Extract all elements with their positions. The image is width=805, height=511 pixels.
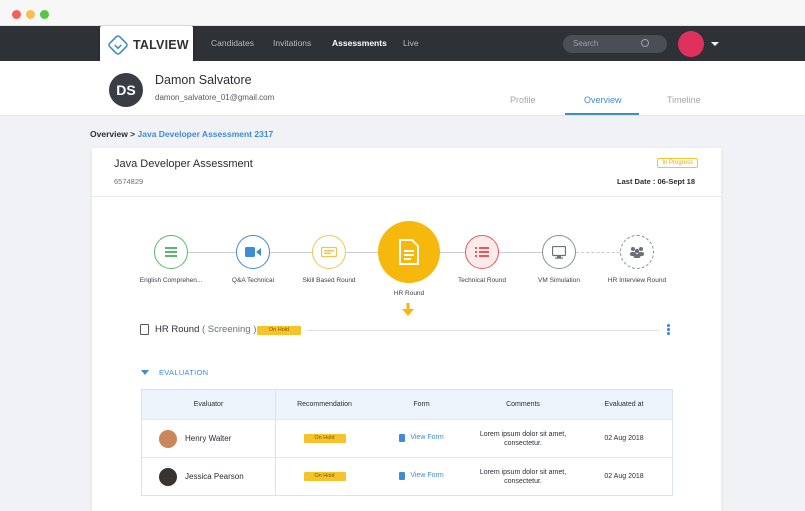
evaluator-name: Jessica Pearson [185, 472, 244, 481]
status-badge: In Progress [657, 158, 698, 168]
round-subtitle: ( Screening ) [202, 324, 257, 335]
stage-english-comprehension[interactable] [154, 235, 188, 269]
form-cell: View Form [373, 471, 470, 482]
tab-overview[interactable]: Overview [584, 95, 622, 105]
code-icon [321, 246, 337, 258]
stage-label: Skill Based Round [302, 277, 356, 284]
divider [92, 196, 721, 197]
stage-vm-simulation[interactable] [542, 235, 576, 269]
monitor-icon [552, 245, 566, 259]
connector-line-pending [576, 252, 620, 253]
breadcrumb: Overview > Java Developer Assessment 231… [90, 129, 273, 139]
comments-cell: Lorem ipsum dolor sit amet, consectetur. [479, 430, 567, 447]
evaluated-at-cell: 02 Aug 2018 [604, 473, 644, 480]
maximize-window-button[interactable] [40, 10, 49, 19]
assessment-id: 6574829 [114, 177, 144, 186]
chevron-down-icon[interactable] [711, 42, 719, 46]
nav-invitations[interactable]: Invitations [273, 38, 311, 48]
connector-line [188, 252, 236, 253]
evaluator-avatar [159, 429, 177, 448]
stage-skill-based-round[interactable] [312, 235, 346, 269]
candidate-avatar: DS [109, 73, 143, 107]
search-icon [641, 39, 649, 47]
connector-line [270, 252, 312, 253]
connector-line [346, 252, 378, 253]
nav-assessments[interactable]: Assessments [332, 38, 387, 48]
active-tab-indicator [565, 113, 639, 115]
document-icon [140, 324, 149, 335]
connector-line [499, 252, 542, 253]
candidate-name: Damon Salvatore [155, 73, 252, 87]
comments-cell: Lorem ipsum dolor sit amet, consectetur. [479, 468, 567, 485]
logo-text: TALVIEW [133, 37, 189, 52]
video-camera-icon [245, 247, 261, 257]
column-header: Evaluator [142, 390, 276, 419]
window-titlebar [0, 0, 805, 26]
collapse-caret-icon[interactable] [141, 370, 149, 375]
last-date: Last Date : 06-Sept 18 [617, 177, 695, 186]
recommendation-cell: On Hold [276, 434, 373, 443]
column-header: Comments [506, 401, 540, 408]
round-title: HR Round ( Screening ) [155, 324, 256, 335]
stage-label: HR Round [393, 290, 425, 297]
column-header: Recommendation [297, 401, 352, 408]
table-row: Henry Walter On Hold View Form Lorem ips… [142, 419, 672, 457]
document-icon [399, 239, 419, 265]
group-icon [630, 247, 644, 258]
tab-profile[interactable]: Profile [510, 95, 536, 105]
table-row: Jessica Pearson On Hold View Form Lorem … [142, 457, 672, 495]
stage-qa-technical[interactable] [236, 235, 270, 269]
connector-line [440, 252, 465, 253]
table-header-row: Evaluator Recommendation Form Comments E… [142, 390, 672, 419]
stage-label: VM Simulation [538, 277, 580, 284]
user-avatar[interactable] [678, 31, 704, 57]
column-header: Evaluated at [604, 401, 644, 408]
view-form-label: View Form [410, 434, 444, 441]
evaluation-table: Evaluator Recommendation Form Comments E… [141, 389, 673, 496]
list-icon [165, 247, 177, 257]
view-form-link[interactable]: View Form [399, 471, 444, 480]
assessment-title: Java Developer Assessment [114, 158, 253, 170]
search-input[interactable]: Search [563, 35, 667, 53]
evaluator-cell: Henry Walter [142, 420, 276, 457]
evaluator-cell: Jessica Pearson [142, 458, 276, 495]
form-cell: View Form [373, 433, 470, 444]
nav-candidates[interactable]: Candidates [211, 38, 254, 48]
stage-hr-round[interactable] [378, 221, 440, 283]
talview-logo-icon [106, 33, 130, 56]
arrow-down-icon [402, 303, 414, 316]
candidate-header: DS Damon Salvatore damon_salvatore_01@gm… [0, 61, 805, 116]
status-badge: On Hold [303, 472, 346, 481]
evaluator-avatar [159, 467, 177, 486]
search-placeholder: Search [573, 39, 599, 48]
breadcrumb-current[interactable]: Java Developer Assessment 2317 [138, 129, 274, 139]
nav-live[interactable]: Live [403, 38, 419, 48]
tab-timeline[interactable]: Timeline [667, 95, 701, 105]
divider [307, 330, 659, 331]
evaluator-name: Henry Walter [185, 434, 232, 443]
evaluation-section-toggle[interactable]: EVALUATION [159, 368, 208, 377]
more-options-icon[interactable] [667, 324, 670, 336]
minimize-window-button[interactable] [26, 10, 35, 19]
stage-label: HR Interview Round [607, 277, 667, 284]
view-form-label: View Form [410, 472, 444, 479]
candidate-email: damon_salvatore_01@gmail.com [155, 93, 275, 102]
breadcrumb-overview[interactable]: Overview > [90, 129, 135, 139]
evaluated-at-cell: 02 Aug 2018 [604, 435, 644, 442]
document-icon [399, 433, 406, 442]
stage-hr-interview-round[interactable] [620, 235, 654, 269]
close-window-button[interactable] [12, 10, 21, 19]
status-badge: On Hold [303, 434, 346, 443]
recommendation-cell: On Hold [276, 472, 373, 481]
view-form-link[interactable]: View Form [399, 433, 444, 442]
talview-logo[interactable]: TALVIEW [100, 26, 193, 63]
document-icon [399, 471, 406, 480]
stage-label: English Comprehen... [139, 277, 203, 284]
round-name: HR Round [155, 324, 200, 335]
column-header: Form [413, 401, 430, 408]
checklist-icon [475, 247, 489, 257]
stage-technical-round[interactable] [465, 235, 499, 269]
round-status-badge: On Hold [257, 326, 301, 335]
